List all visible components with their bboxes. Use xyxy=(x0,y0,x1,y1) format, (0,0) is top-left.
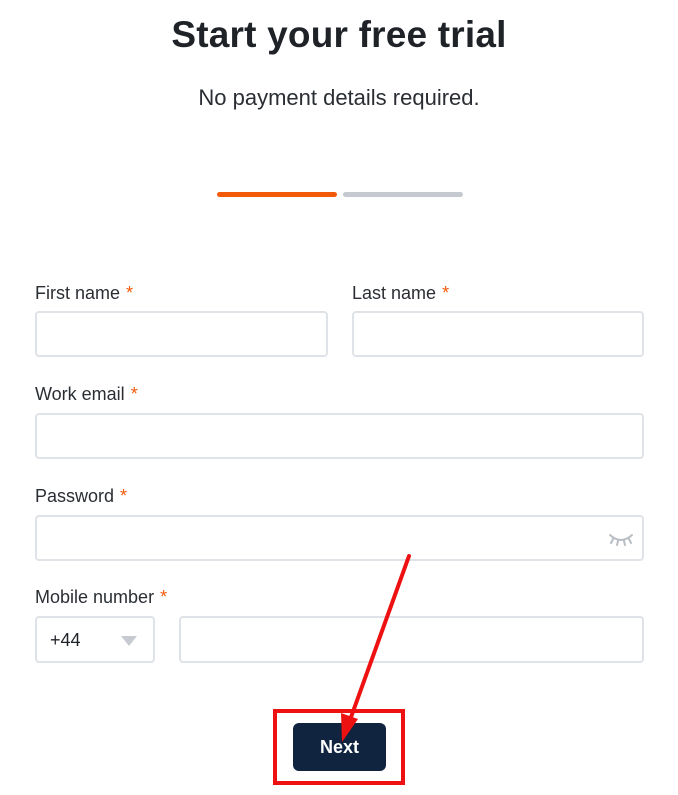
page-subtitle: No payment details required. xyxy=(198,85,480,110)
work-email-label: Work email * xyxy=(35,384,138,405)
chevron-down-icon xyxy=(121,636,137,646)
country-code-value: +44 xyxy=(50,630,81,650)
mobile-number-input[interactable] xyxy=(181,618,642,661)
mobile-number-label: Mobile number * xyxy=(35,587,167,608)
page-title: Start your free trial xyxy=(171,14,507,55)
eye-closed-icon[interactable] xyxy=(608,531,634,547)
progress-step-1 xyxy=(217,192,337,197)
last-name-input[interactable] xyxy=(354,313,642,355)
country-code-select[interactable]: +44 xyxy=(35,616,155,663)
required-marker: * xyxy=(130,384,138,404)
last-name-label-text: Last name xyxy=(352,283,437,303)
required-marker: * xyxy=(120,486,128,506)
first-name-label-text: First name xyxy=(35,283,121,303)
work-email-label-text: Work email xyxy=(35,384,125,404)
work-email-field[interactable] xyxy=(35,413,644,459)
password-label-text: Password xyxy=(35,486,115,506)
password-field[interactable] xyxy=(35,515,644,561)
highlight-box xyxy=(273,709,405,785)
progress-step-2 xyxy=(343,192,463,197)
last-name-field[interactable] xyxy=(352,311,644,357)
password-input[interactable] xyxy=(37,517,642,559)
first-name-label: First name * xyxy=(35,283,133,304)
last-name-label: Last name * xyxy=(352,283,449,304)
work-email-input[interactable] xyxy=(37,415,642,457)
mobile-number-field[interactable] xyxy=(179,616,644,663)
mobile-number-label-text: Mobile number xyxy=(35,587,155,607)
first-name-input[interactable] xyxy=(37,313,326,355)
password-label: Password * xyxy=(35,486,127,507)
required-marker: * xyxy=(126,283,134,303)
required-marker: * xyxy=(442,283,450,303)
required-marker: * xyxy=(160,587,168,607)
first-name-field[interactable] xyxy=(35,311,328,357)
